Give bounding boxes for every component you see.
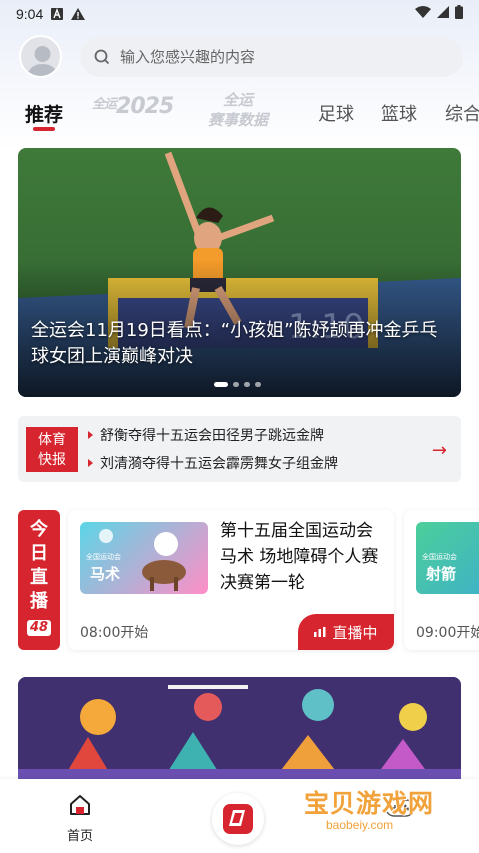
tab-basketball[interactable]: 篮球 (381, 100, 417, 126)
flash-tag-line1: 体育 (38, 432, 66, 448)
carousel-dot (244, 382, 250, 387)
logo-data-line1: 全运 (223, 91, 254, 109)
user-avatar[interactable] (19, 35, 62, 78)
notification-a-icon (51, 8, 64, 20)
app-logo-icon (223, 804, 253, 834)
live-event-title: 第十五届全国运动会 马术 场地障碍个人赛决赛第一轮 (220, 521, 379, 593)
live-bars-icon (314, 627, 326, 637)
battery-icon (455, 5, 463, 23)
live-now-label: 直播中 (332, 623, 378, 642)
logo-2025-prefix: 全运 (92, 97, 117, 112)
live-card-equestrian[interactable]: 全国运动会 马术 第十五届全国运动会 马术 场地障碍个人赛决赛第一轮 08:00… (68, 510, 394, 650)
watermark-url: baobeiy.com (326, 818, 394, 832)
arrow-right-icon[interactable]: → (432, 440, 447, 461)
flash-news-text: 刘清漪夺得十五运会霹雳舞女子组金牌 (100, 456, 338, 472)
tab-national-games-2025-logo[interactable]: 全运2025 (92, 93, 174, 119)
flash-news-item[interactable]: 舒衡夺得十五运会田径男子跳远金牌 (88, 425, 324, 445)
banner-title: 全运会11月19日看点：“小孩姐”陈妤颉再冲金乒乓球女团上演巅峰对决 (31, 320, 438, 367)
thumb-subtitle: 全国运动会 (422, 553, 457, 561)
logo-2025-year: 2025 (116, 94, 174, 119)
live-tag-char: 直 (30, 567, 48, 588)
live-start-time: 09:00开始 (416, 625, 479, 641)
carousel-dots (214, 382, 261, 387)
search-input[interactable] (120, 48, 420, 66)
sports-flash-news[interactable]: 体育 快报 舒衡夺得十五运会田径男子跳远金牌 刘清漪夺得十五运会霹雳舞女子组金牌… (18, 416, 461, 482)
watermark-title: 宝贝游戏网 (304, 789, 435, 818)
warning-icon (71, 8, 86, 20)
tab-football[interactable]: 足球 (318, 100, 354, 126)
site-watermark: 宝贝游戏网 baobeiy.com (300, 760, 460, 840)
tab-event-data-logo[interactable]: 全运 赛事数据 (208, 90, 268, 130)
flash-news-item[interactable]: 刘清漪夺得十五运会霹雳舞女子组金牌 (88, 453, 338, 473)
live-now-button[interactable]: 直播中 (298, 614, 394, 650)
carousel-dot-active (214, 382, 228, 387)
thumb-subtitle: 全国运动会 (86, 553, 121, 561)
live-count-badge: 48 (26, 620, 52, 636)
live-tag-char: 今 (30, 519, 48, 540)
signal-icon (437, 6, 449, 22)
thumb-sport-label: 射箭 (426, 565, 457, 583)
live-card-archery[interactable]: 全国运动会 射箭 09:00开始 (404, 510, 479, 650)
active-tab-indicator (33, 127, 55, 131)
live-start-time: 08:00开始 (80, 625, 149, 641)
live-thumbnail: 全国运动会 马术 (80, 522, 208, 594)
search-bar[interactable] (80, 37, 463, 77)
thumb-sport-label: 马术 (90, 565, 121, 583)
live-thumbnail: 全国运动会 射箭 (416, 522, 479, 594)
bullet-triangle-icon (88, 459, 93, 467)
sports-flash-tag: 体育 快报 (26, 427, 78, 472)
carousel-dot (255, 382, 261, 387)
nav-center-button[interactable] (212, 793, 264, 845)
logo-data-line2: 赛事数据 (208, 111, 269, 129)
status-bar: 9:04 (0, 0, 479, 28)
search-icon (94, 49, 110, 65)
wifi-icon (415, 6, 431, 22)
status-time: 9:04 (16, 6, 44, 22)
live-tag-char: 播 (30, 591, 48, 612)
category-tabs: 推荐 全运2025 全运 赛事数据 足球 篮球 综合 (0, 88, 479, 138)
status-right (415, 5, 463, 23)
carousel-dot (233, 382, 239, 387)
flash-tag-line2: 快报 (38, 452, 66, 468)
nav-home[interactable]: 首页 (58, 793, 102, 844)
bullet-triangle-icon (88, 431, 93, 439)
headline-banner[interactable]: 1:10 全运会11月19日看点：“小孩姐”陈妤颉再冲金乒乓球女团上演巅峰对决 (18, 148, 461, 397)
today-live-tag[interactable]: 今 日 直 播 48 (18, 510, 60, 650)
live-tag-char: 日 (30, 543, 48, 564)
nav-home-label: 首页 (66, 829, 93, 844)
tab-general[interactable]: 综合 (445, 100, 479, 126)
flash-news-text: 舒衡夺得十五运会田径男子跳远金牌 (100, 428, 324, 444)
tab-recommend[interactable]: 推荐 (25, 100, 63, 127)
home-icon (70, 795, 90, 815)
